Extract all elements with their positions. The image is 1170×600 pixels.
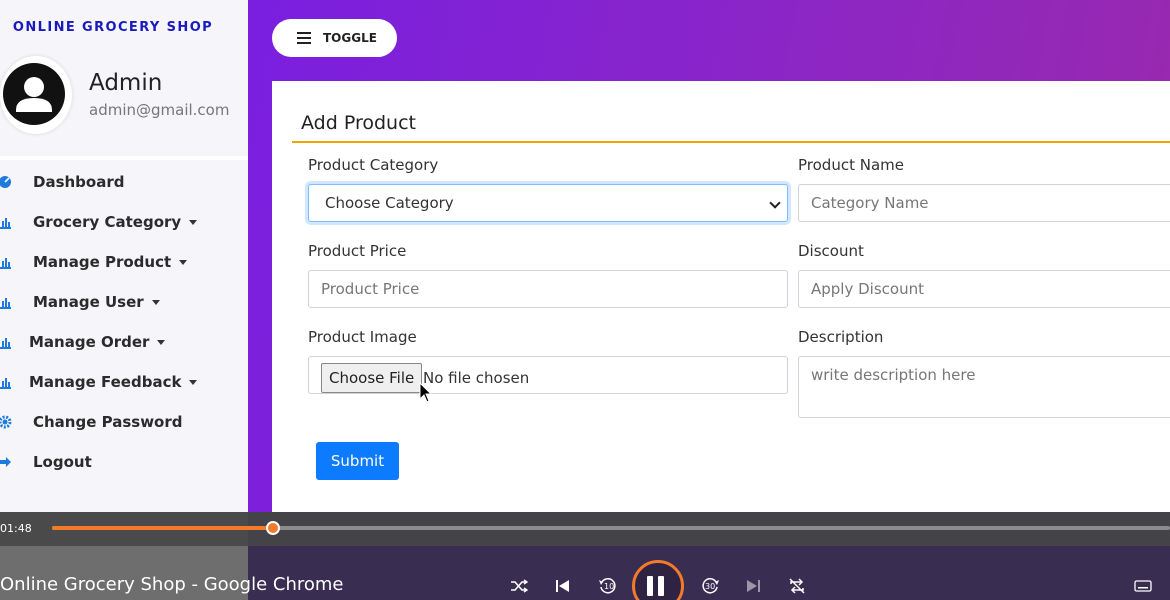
sidebar-item-change-password[interactable]: Change Password bbox=[0, 402, 248, 442]
previous-icon[interactable] bbox=[555, 578, 571, 594]
next-icon[interactable] bbox=[745, 578, 761, 594]
description-textarea[interactable]: write description here bbox=[798, 356, 1170, 418]
mouse-cursor-icon bbox=[419, 382, 433, 403]
caret-down-icon bbox=[157, 340, 166, 345]
chart-bar-icon bbox=[0, 258, 11, 269]
shuffle-icon[interactable] bbox=[510, 578, 528, 594]
forward-button[interactable]: 30 bbox=[700, 576, 720, 596]
chart-bar-icon bbox=[0, 338, 11, 349]
sidebar-item-label: Manage Feedback bbox=[29, 373, 198, 391]
brand-title: ONLINE GROCERY SHOP bbox=[12, 20, 214, 35]
sidebar-item-logout[interactable]: Logout bbox=[0, 442, 248, 482]
user-email: admin@gmail.com bbox=[89, 101, 230, 119]
sidebar-item-manage-product[interactable]: Manage Product bbox=[0, 242, 248, 282]
discount-placeholder: Apply Discount bbox=[811, 280, 924, 298]
sidebar-item-grocery-category[interactable]: Grocery Category bbox=[0, 202, 248, 242]
discount-input[interactable]: Apply Discount bbox=[798, 270, 1170, 308]
toggle-sidebar-button[interactable]: TOGGLE bbox=[272, 19, 397, 57]
product-category-label: Product Category bbox=[308, 156, 439, 174]
caret-down-icon bbox=[189, 220, 198, 225]
page-title: Add Product bbox=[301, 112, 416, 134]
product-name-label: Product Name bbox=[798, 156, 904, 174]
sidebar-item-label: Logout bbox=[33, 453, 92, 471]
repeat-off-icon[interactable] bbox=[788, 577, 806, 595]
product-image-file-input[interactable]: Choose File No file chosen bbox=[308, 356, 788, 394]
chevron-down-icon bbox=[769, 197, 781, 209]
submit-button[interactable]: Submit bbox=[316, 442, 399, 480]
user-icon bbox=[3, 63, 65, 125]
sidebar-item-label: Change Password bbox=[33, 413, 183, 431]
divider bbox=[0, 156, 248, 160]
dashboard-icon bbox=[0, 176, 11, 188]
description-label: Description bbox=[798, 328, 884, 346]
gear-icon bbox=[0, 415, 12, 429]
sidebar-item-manage-feedback[interactable]: Manage Feedback bbox=[0, 362, 248, 402]
product-image-label: Product Image bbox=[308, 328, 417, 346]
seek-progress bbox=[52, 526, 273, 530]
caret-down-icon bbox=[179, 260, 188, 265]
forward-seconds: 30 bbox=[705, 582, 716, 591]
product-price-input[interactable]: Product Price bbox=[308, 270, 788, 308]
toggle-label: TOGGLE bbox=[323, 31, 377, 45]
media-player: 01:48 Online Grocery Shop - Google Chrom… bbox=[0, 512, 1170, 600]
elapsed-time: 01:48 bbox=[0, 522, 32, 535]
choose-file-button[interactable]: Choose File bbox=[321, 363, 423, 393]
caret-down-icon bbox=[151, 300, 160, 305]
category-select[interactable]: Choose Category bbox=[308, 184, 788, 222]
product-name-placeholder: Category Name bbox=[811, 194, 929, 212]
chart-bar-icon bbox=[0, 378, 11, 389]
no-file-text: No file chosen bbox=[423, 369, 530, 387]
caret-down-icon bbox=[189, 380, 198, 385]
sidebar-item-label: Dashboard bbox=[33, 173, 125, 191]
logout-icon bbox=[0, 457, 11, 467]
sidebar: ONLINE GROCERY SHOP Admin admin@gmail.co… bbox=[0, 0, 248, 512]
sidebar-item-label: Manage Product bbox=[33, 253, 188, 271]
product-name-input[interactable]: Category Name bbox=[798, 184, 1170, 222]
title-underline bbox=[292, 141, 1170, 143]
chart-bar-icon bbox=[0, 298, 11, 309]
sidebar-item-dashboard[interactable]: Dashboard bbox=[0, 162, 248, 202]
rewind-seconds: 10 bbox=[604, 582, 615, 591]
product-price-label: Product Price bbox=[308, 242, 407, 260]
seek-thumb[interactable] bbox=[266, 521, 280, 535]
chart-bar-icon bbox=[0, 218, 11, 229]
pause-icon bbox=[647, 576, 669, 600]
window-title: Online Grocery Shop - Google Chrome bbox=[0, 574, 344, 595]
category-select-value: Choose Category bbox=[325, 194, 454, 212]
sidebar-item-manage-order[interactable]: Manage Order bbox=[0, 322, 248, 362]
description-placeholder: write description here bbox=[811, 366, 976, 384]
avatar bbox=[0, 56, 72, 134]
hamburger-icon bbox=[297, 32, 311, 47]
sidebar-item-manage-user[interactable]: Manage User bbox=[0, 282, 248, 322]
user-name: Admin bbox=[89, 70, 163, 96]
sidebar-item-label: Grocery Category bbox=[33, 213, 198, 231]
sidebar-item-label: Manage Order bbox=[29, 333, 166, 351]
rewind-button[interactable]: 10 bbox=[598, 576, 618, 596]
discount-label: Discount bbox=[798, 242, 864, 260]
captions-icon[interactable] bbox=[1134, 580, 1152, 592]
product-price-placeholder: Product Price bbox=[321, 280, 420, 298]
sidebar-item-label: Manage User bbox=[33, 293, 160, 311]
